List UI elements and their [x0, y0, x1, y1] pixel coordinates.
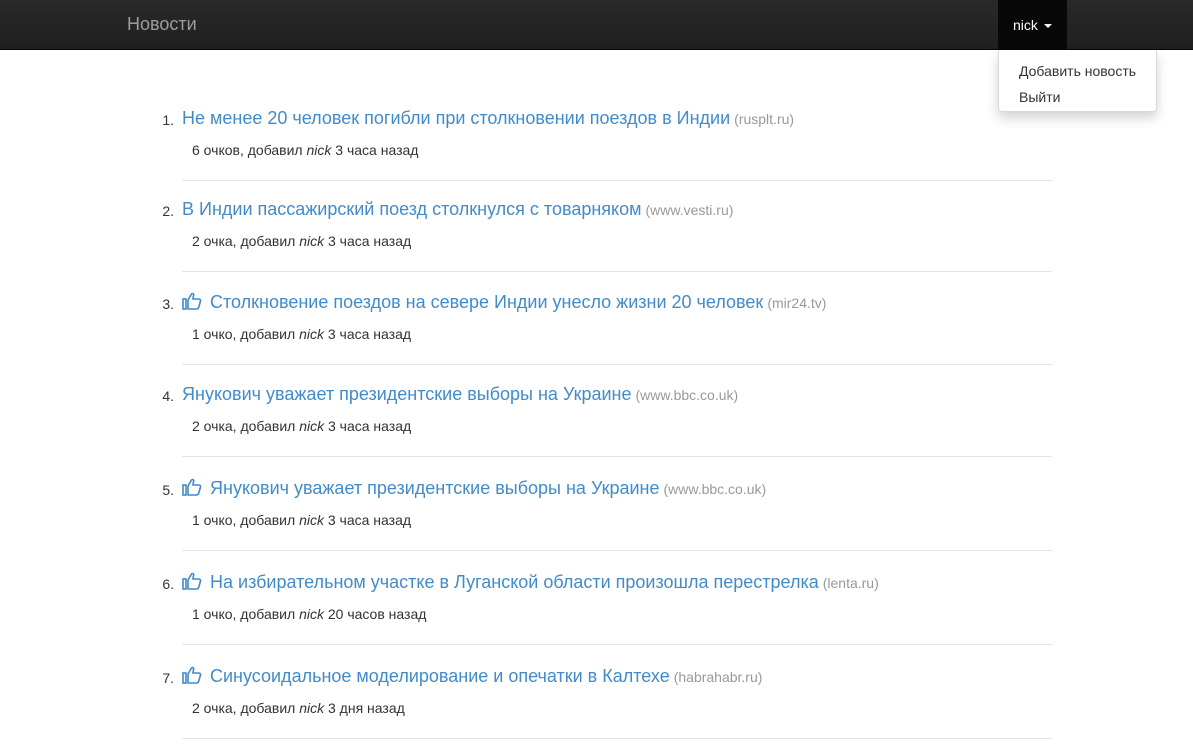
- news-number: 2.: [162, 203, 174, 219]
- news-item: 6. На избирательном участке в Луганской …: [0, 569, 1193, 661]
- news-title-line: В Индии пассажирский поезд столкнулся с …: [182, 199, 733, 220]
- news-author[interactable]: nick: [299, 326, 324, 342]
- news-time: 3 часа назад: [328, 418, 412, 434]
- news-item: 5. Янукович уважает президентские выборы…: [0, 475, 1193, 567]
- news-author[interactable]: nick: [299, 700, 324, 716]
- news-time: 20 часов назад: [327, 606, 427, 622]
- news-time: 3 часа назад: [335, 142, 419, 158]
- news-title-line: Не менее 20 человек погибли при столкнов…: [182, 108, 794, 129]
- news-points: 1 очко, добавил: [192, 326, 296, 342]
- news-divider: [182, 738, 1052, 739]
- news-divider: [182, 644, 1052, 645]
- news-title-line: Янукович уважает президентские выборы на…: [182, 478, 766, 499]
- thumbs-up-icon[interactable]: [182, 572, 202, 590]
- news-number: 3.: [162, 296, 174, 312]
- news-points: 2 очка, добавил: [192, 700, 296, 716]
- news-title-link[interactable]: Синусоидальное моделирование и опечатки …: [210, 666, 670, 686]
- news-item: 4. Янукович уважает президентские выборы…: [0, 381, 1193, 473]
- news-time: 3 часа назад: [327, 512, 412, 528]
- news-points: 6 очков, добавил: [192, 142, 303, 158]
- news-title-line: На избирательном участке в Луганской обл…: [182, 572, 879, 593]
- news-number: 5.: [162, 482, 174, 498]
- news-domain: (mir24.tv): [767, 295, 827, 311]
- news-author[interactable]: nick: [299, 233, 324, 249]
- news-author[interactable]: nick: [307, 142, 332, 158]
- news-title-link[interactable]: Не менее 20 человек погибли при столкнов…: [182, 108, 730, 128]
- news-domain: (www.bbc.co.uk): [635, 387, 739, 403]
- news-domain: (rusplt.ru): [734, 111, 795, 127]
- news-points: 2 очка, добавил: [192, 233, 296, 249]
- news-title-link[interactable]: В Индии пассажирский поезд столкнулся с …: [182, 199, 642, 219]
- news-divider: [182, 550, 1052, 551]
- news-domain: (www.bbc.co.uk): [663, 481, 767, 497]
- news-title-line: Столкновение поездов на севере Индии уне…: [182, 292, 826, 313]
- news-title-line: Янукович уважает президентские выборы на…: [182, 384, 738, 405]
- news-meta: 2 очка, добавил nick 3 дня назад: [192, 700, 405, 716]
- news-item: 2. В Индии пассажирский поезд столкнулся…: [0, 196, 1193, 288]
- news-points: 2 очка, добавил: [192, 418, 296, 434]
- news-item: 1. Не менее 20 человек погибли при столк…: [0, 105, 1193, 197]
- user-menu-toggle[interactable]: nick: [998, 0, 1067, 50]
- news-domain: (habrahabr.ru): [673, 669, 763, 685]
- thumbs-up-icon[interactable]: [182, 292, 202, 310]
- news-domain: (www.vesti.ru): [645, 202, 734, 218]
- news-item: 3. Столкновение поездов на севере Индии …: [0, 289, 1193, 381]
- news-title-link[interactable]: Янукович уважает президентские выборы на…: [182, 384, 631, 404]
- news-divider: [182, 456, 1052, 457]
- news-points: 1 очко, добавил: [192, 512, 296, 528]
- news-time: 3 часа назад: [327, 326, 412, 342]
- brand-link[interactable]: Новости: [127, 14, 197, 34]
- menu-item-add-news[interactable]: Добавить новость: [999, 58, 1156, 84]
- news-meta: 2 очка, добавил nick 3 часа назад: [192, 233, 411, 249]
- news-domain: (lenta.ru): [822, 575, 879, 591]
- news-meta: 1 очко, добавил nick 20 часов назад: [192, 606, 426, 622]
- news-author[interactable]: nick: [299, 418, 324, 434]
- news-number: 1.: [162, 112, 174, 128]
- news-meta: 6 очков, добавил nick 3 часа назад: [192, 142, 418, 158]
- news-number: 4.: [162, 388, 174, 404]
- thumbs-up-icon[interactable]: [182, 478, 202, 496]
- user-dropdown-menu: Добавить новость Выйти: [998, 50, 1157, 112]
- news-points: 1 очко, добавил: [192, 606, 296, 622]
- news-divider: [182, 364, 1052, 365]
- news-number: 6.: [162, 576, 174, 592]
- news-item: 7. Синусоидальное моделирование и опечат…: [0, 663, 1193, 755]
- username-label: nick: [1013, 17, 1038, 33]
- navbar: Новости nick: [0, 0, 1193, 50]
- news-divider: [182, 180, 1052, 181]
- news-meta: 1 очко, добавил nick 3 часа назад: [192, 512, 411, 528]
- news-meta: 2 очка, добавил nick 3 часа назад: [192, 418, 411, 434]
- news-number: 7.: [162, 670, 174, 686]
- thumbs-up-icon[interactable]: [182, 666, 202, 684]
- news-author[interactable]: nick: [299, 512, 324, 528]
- news-author[interactable]: nick: [299, 606, 324, 622]
- news-divider: [182, 271, 1052, 272]
- news-title-line: Синусоидальное моделирование и опечатки …: [182, 666, 762, 687]
- news-title-link[interactable]: Янукович уважает президентские выборы на…: [210, 478, 659, 498]
- news-time: 3 часа назад: [328, 233, 412, 249]
- news-title-link[interactable]: Столкновение поездов на севере Индии уне…: [210, 292, 763, 312]
- news-meta: 1 очко, добавил nick 3 часа назад: [192, 326, 411, 342]
- news-time: 3 дня назад: [328, 700, 405, 716]
- caret-down-icon: [1043, 24, 1052, 29]
- news-title-link[interactable]: На избирательном участке в Луганской обл…: [210, 572, 819, 592]
